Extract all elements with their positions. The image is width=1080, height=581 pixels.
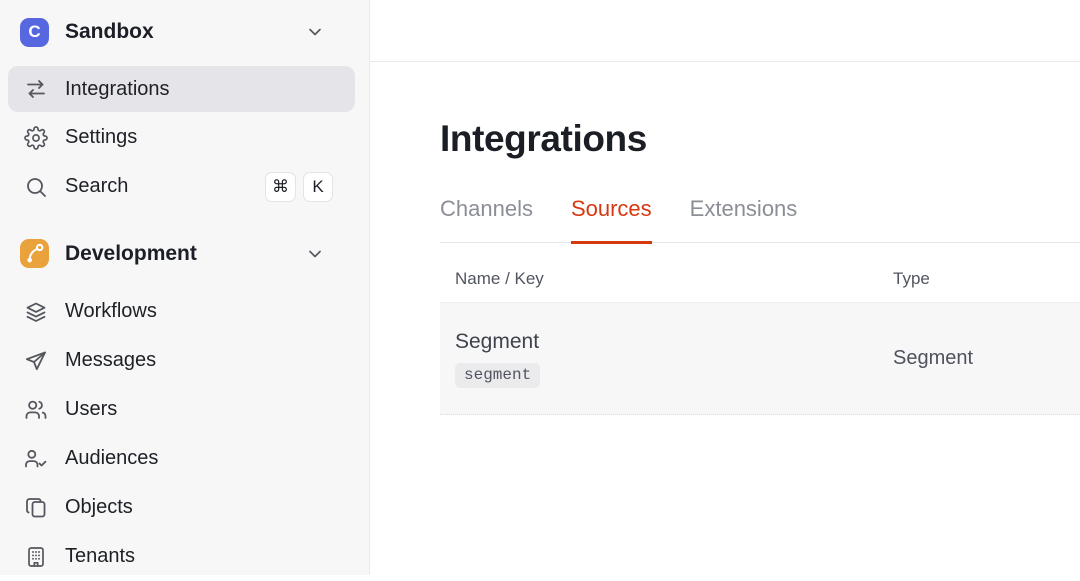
workspace-name: Sandbox bbox=[65, 20, 154, 43]
source-key-badge: segment bbox=[455, 362, 541, 388]
table-row[interactable]: Segment segment Segment bbox=[440, 302, 1080, 415]
sidebar-item-label: Search bbox=[65, 175, 129, 197]
sidebar-item-audiences[interactable]: Audiences bbox=[0, 434, 369, 483]
source-type: Segment bbox=[893, 347, 974, 369]
tab-sources[interactable]: Sources bbox=[570, 196, 652, 244]
layers-icon bbox=[24, 300, 48, 324]
sidebar-item-users[interactable]: Users bbox=[0, 385, 369, 434]
sidebar: C Sandbox Integrations Settings Search ⌘… bbox=[0, 0, 370, 575]
sidebar-section-development[interactable]: Development bbox=[0, 229, 369, 278]
page-title: Integrations bbox=[440, 118, 647, 159]
sidebar-item-settings[interactable]: Settings bbox=[0, 113, 369, 162]
command-keycap: ⌘ bbox=[265, 171, 296, 202]
sidebar-item-search[interactable]: Search ⌘ K bbox=[0, 162, 369, 211]
search-shortcut: ⌘ K bbox=[265, 171, 333, 202]
building-icon bbox=[24, 545, 48, 569]
courier-logo: C bbox=[20, 17, 49, 47]
sidebar-item-label: Integrations bbox=[65, 77, 170, 100]
section-label: Development bbox=[65, 241, 197, 265]
copy-pages-icon bbox=[24, 496, 48, 520]
sidebar-item-objects[interactable]: Objects bbox=[0, 483, 369, 532]
sidebar-item-label: Messages bbox=[65, 349, 157, 371]
top-bar bbox=[370, 0, 1080, 62]
sidebar-item-messages[interactable]: Messages bbox=[0, 336, 369, 385]
column-header-name-key: Name / Key bbox=[455, 269, 544, 288]
user-check-icon bbox=[24, 447, 48, 471]
search-icon bbox=[24, 175, 48, 199]
development-nav-list: Workflows Messages Users Audiences Objec bbox=[0, 287, 369, 581]
sidebar-item-label: Objects bbox=[65, 496, 133, 518]
sidebar-item-label: Settings bbox=[65, 126, 138, 148]
workspace-switcher[interactable]: C Sandbox bbox=[0, 0, 369, 64]
chevron-down-icon bbox=[305, 244, 325, 264]
sidebar-item-label: Audiences bbox=[65, 447, 159, 469]
k-keycap: K bbox=[303, 171, 333, 202]
tab-extensions[interactable]: Extensions bbox=[690, 196, 798, 244]
main-content: Integrations Channels Sources Extensions… bbox=[370, 0, 1080, 575]
sidebar-item-label: Tenants bbox=[65, 545, 136, 567]
sidebar-item-integrations[interactable]: Integrations bbox=[8, 66, 355, 112]
source-name: Segment bbox=[455, 329, 540, 353]
table-header: Name / Key Type bbox=[440, 243, 1080, 302]
paper-plane-icon bbox=[24, 349, 48, 373]
chevron-down-icon bbox=[305, 22, 325, 42]
tab-channels[interactable]: Channels bbox=[440, 196, 533, 244]
tab-bar: Channels Sources Extensions bbox=[440, 196, 1080, 244]
sidebar-item-tenants[interactable]: Tenants bbox=[0, 532, 369, 581]
sources-table: Name / Key Type Segment segment Segment bbox=[440, 243, 1080, 415]
gear-icon bbox=[24, 125, 48, 150]
sidebar-item-label: Users bbox=[65, 398, 118, 420]
swap-horizontal-icon bbox=[24, 77, 48, 101]
users-icon bbox=[24, 398, 48, 422]
sidebar-item-label: Workflows bbox=[65, 300, 157, 322]
column-header-type: Type bbox=[893, 269, 930, 288]
development-branch-icon bbox=[20, 239, 49, 268]
source-name-cell: Segment segment bbox=[440, 330, 893, 388]
sidebar-item-workflows[interactable]: Workflows bbox=[0, 287, 369, 336]
